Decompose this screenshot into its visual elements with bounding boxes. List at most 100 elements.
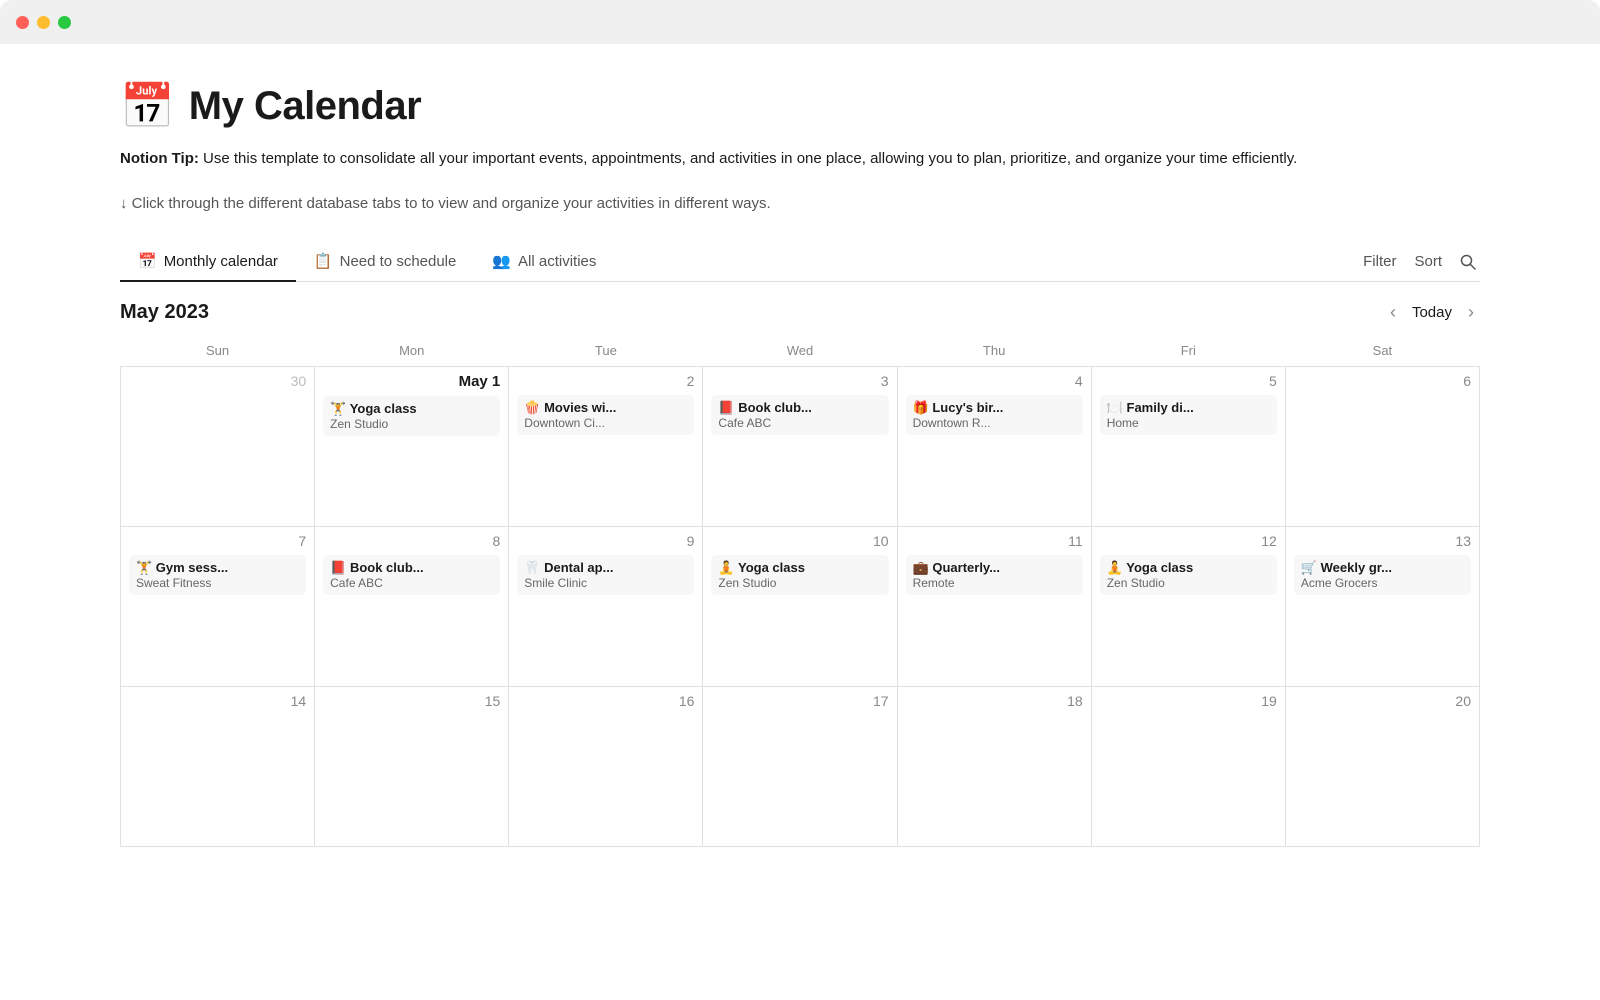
weekday-thu: Thu xyxy=(897,335,1091,367)
day-number: 19 xyxy=(1100,693,1277,709)
day-number: 20 xyxy=(1294,693,1471,709)
event-card[interactable]: 🎁 Lucy's bir...Downtown R... xyxy=(906,395,1083,435)
search-button[interactable] xyxy=(1460,253,1476,270)
event-title: 🧘 Yoga class xyxy=(1107,560,1270,576)
day-number: 12 xyxy=(1100,533,1277,549)
event-title: 🦷 Dental ap... xyxy=(524,560,687,576)
weekday-tue: Tue xyxy=(509,335,703,367)
day-number: 11 xyxy=(906,533,1083,549)
weekday-sat: Sat xyxy=(1285,335,1479,367)
event-card[interactable]: 🍽️ Family di...Home xyxy=(1100,395,1277,435)
event-location: Home xyxy=(1107,416,1270,430)
event-card[interactable]: 📕 Book club...Cafe ABC xyxy=(323,555,500,595)
calendar-day[interactable]: 16 xyxy=(509,686,703,846)
tab-monthly-label: Monthly calendar xyxy=(164,253,278,270)
calendar-month-label: May 2023 xyxy=(120,301,209,324)
event-title: 📕 Book club... xyxy=(330,560,493,576)
filter-button[interactable]: Filter xyxy=(1363,253,1396,270)
event-location: Cafe ABC xyxy=(718,416,881,430)
calendar-day[interactable]: 11 💼 Quarterly...Remote xyxy=(897,526,1091,686)
calendar-day[interactable]: 17 xyxy=(703,686,897,846)
calendar-day[interactable]: 18 xyxy=(897,686,1091,846)
calendar-day[interactable]: 5🍽️ Family di...Home xyxy=(1091,366,1285,526)
calendar-day[interactable]: 3 📕 Book club...Cafe ABC xyxy=(703,366,897,526)
page-emoji: 📅 xyxy=(120,85,175,129)
tabs-left: 📅 Monthly calendar 📋 Need to schedule 👥 … xyxy=(120,242,1363,281)
activities-icon: 👥 xyxy=(492,252,511,270)
window-chrome xyxy=(0,0,1600,44)
day-number: 3 xyxy=(711,373,888,389)
event-location: Zen Studio xyxy=(330,417,493,431)
sort-button[interactable]: Sort xyxy=(1414,253,1442,270)
event-title: 🍿 Movies wi... xyxy=(524,400,687,416)
search-icon xyxy=(1460,254,1476,270)
calendar-day[interactable]: May 1 🏋️ Yoga classZen Studio xyxy=(315,366,509,526)
calendar-day[interactable]: 10🧘 Yoga classZen Studio xyxy=(703,526,897,686)
tab-all-activities[interactable]: 👥 All activities xyxy=(474,242,614,282)
page-title: My Calendar xyxy=(189,84,421,129)
event-title: 🛒 Weekly gr... xyxy=(1301,560,1464,576)
event-card[interactable]: 🛒 Weekly gr...Acme Grocers xyxy=(1294,555,1471,595)
calendar-day[interactable]: 15 xyxy=(315,686,509,846)
calendar-day[interactable]: 2🍿 Movies wi...Downtown Ci... xyxy=(509,366,703,526)
minimize-button[interactable] xyxy=(37,16,50,29)
event-card[interactable]: 💼 Quarterly...Remote xyxy=(906,555,1083,595)
event-card[interactable]: 🏋️ Yoga classZen Studio xyxy=(323,396,500,436)
calendar-day[interactable]: 13 🛒 Weekly gr...Acme Grocers xyxy=(1285,526,1479,686)
calendar-day[interactable]: 9 🦷 Dental ap...Smile Clinic xyxy=(509,526,703,686)
calendar-day[interactable]: 20 xyxy=(1285,686,1479,846)
day-number: 30 xyxy=(129,373,306,389)
weekday-fri: Fri xyxy=(1091,335,1285,367)
event-location: Zen Studio xyxy=(1107,576,1270,590)
day-number: 7 xyxy=(129,533,306,549)
tab-need-to-schedule[interactable]: 📋 Need to schedule xyxy=(296,242,474,282)
day-number: 15 xyxy=(323,693,500,709)
calendar-day[interactable]: 4🎁 Lucy's bir...Downtown R... xyxy=(897,366,1091,526)
event-title: 📕 Book club... xyxy=(718,400,881,416)
calendar-day[interactable]: 12 🧘 Yoga classZen Studio xyxy=(1091,526,1285,686)
day-number: 17 xyxy=(711,693,888,709)
calendar-day[interactable]: 8 📕 Book club...Cafe ABC xyxy=(315,526,509,686)
maximize-button[interactable] xyxy=(58,16,71,29)
tab-monthly-calendar[interactable]: 📅 Monthly calendar xyxy=(120,242,296,282)
prev-month-button[interactable]: ‹ xyxy=(1384,300,1402,325)
weekday-sun: Sun xyxy=(121,335,315,367)
page-content: 📅 My Calendar Notion Tip: Use this templ… xyxy=(0,44,1600,907)
calendar-grid: Sun Mon Tue Wed Thu Fri Sat 30 May 1 🏋️ Yo… xyxy=(120,335,1480,847)
event-title: 🎁 Lucy's bir... xyxy=(913,400,1076,416)
subtitle-text: ↓ Click through the different database t… xyxy=(120,195,1480,212)
weekday-wed: Wed xyxy=(703,335,897,367)
event-title: 🏋️ Yoga class xyxy=(330,401,493,417)
next-month-button[interactable]: › xyxy=(1462,300,1480,325)
day-number: 13 xyxy=(1294,533,1471,549)
tabs-right: Filter Sort xyxy=(1363,253,1480,270)
tip-label: Notion Tip: xyxy=(120,150,199,167)
calendar-day[interactable]: 30 xyxy=(121,366,315,526)
day-number: 14 xyxy=(129,693,306,709)
event-card[interactable]: 🏋️ Gym sess...Sweat Fitness xyxy=(129,555,306,595)
day-number: May 1 xyxy=(323,373,500,390)
event-location: Cafe ABC xyxy=(330,576,493,590)
event-card[interactable]: 🦷 Dental ap...Smile Clinic xyxy=(517,555,694,595)
event-location: Zen Studio xyxy=(718,576,881,590)
today-button[interactable]: Today xyxy=(1412,304,1452,321)
calendar-day[interactable]: 6 xyxy=(1285,366,1479,526)
event-card[interactable]: 🧘 Yoga classZen Studio xyxy=(1100,555,1277,595)
tab-schedule-label: Need to schedule xyxy=(340,253,457,270)
event-location: Acme Grocers xyxy=(1301,576,1464,590)
calendar-day[interactable]: 19 xyxy=(1091,686,1285,846)
calendar-day[interactable]: 14 xyxy=(121,686,315,846)
event-card[interactable]: 🍿 Movies wi...Downtown Ci... xyxy=(517,395,694,435)
event-location: Downtown Ci... xyxy=(524,416,687,430)
day-number: 6 xyxy=(1294,373,1471,389)
nav-controls: ‹ Today › xyxy=(1384,300,1480,325)
weekday-mon: Mon xyxy=(315,335,509,367)
tab-all-label: All activities xyxy=(518,253,596,270)
tip-paragraph: Notion Tip: Use this template to consoli… xyxy=(120,147,1480,171)
event-card[interactable]: 📕 Book club...Cafe ABC xyxy=(711,395,888,435)
calendar-day[interactable]: 7 🏋️ Gym sess...Sweat Fitness xyxy=(121,526,315,686)
day-number: 9 xyxy=(517,533,694,549)
day-number: 8 xyxy=(323,533,500,549)
event-card[interactable]: 🧘 Yoga classZen Studio xyxy=(711,555,888,595)
close-button[interactable] xyxy=(16,16,29,29)
